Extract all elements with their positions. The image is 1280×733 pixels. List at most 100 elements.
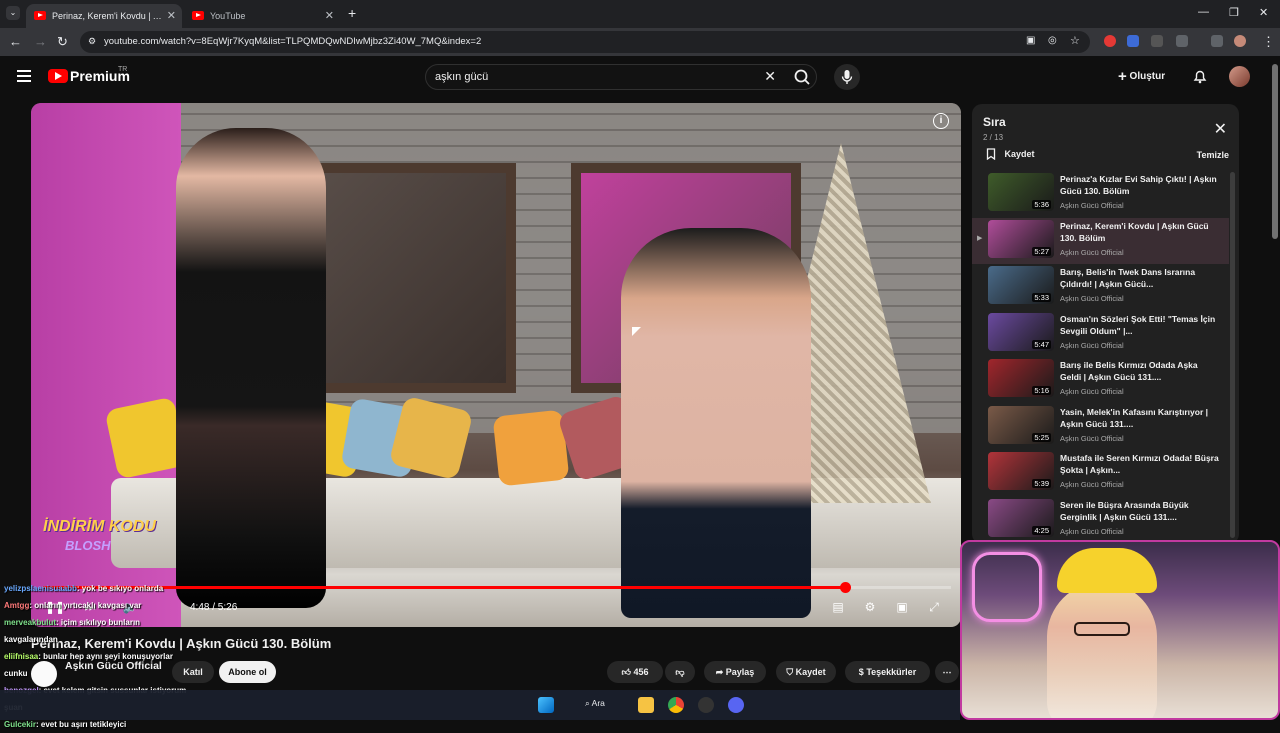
close-tab-icon[interactable]: ✕ <box>167 4 176 28</box>
chat-username: Amtgg <box>4 601 30 610</box>
bookmark-star-icon[interactable]: ☆ <box>1070 34 1080 47</box>
obs-icon[interactable] <box>698 697 714 713</box>
extension-sound-icon[interactable] <box>1127 35 1139 47</box>
queue-item-thumbnail[interactable]: 5:39 <box>988 452 1054 490</box>
queue-item-thumbnail[interactable]: 5:47 <box>988 312 1054 351</box>
tab-title: YouTube <box>210 11 246 21</box>
queue-item-title[interactable]: Mustafa ile Seren Kırmızı Odada! Büşra Ş… <box>1060 452 1220 476</box>
create-label: Oluştur <box>1129 71 1166 83</box>
promo-overlay-text: İNDİRİM KODU <box>43 518 156 535</box>
thanks-button[interactable]: $ Teşekkürler <box>845 661 930 683</box>
eye-off-icon[interactable]: ◎ <box>1048 35 1057 46</box>
subtitles-icon[interactable]: ▤ <box>829 600 847 614</box>
queue-item-thumbnail[interactable]: 5:25 <box>988 405 1054 444</box>
new-tab-button[interactable]: + <box>348 5 356 21</box>
queue-item[interactable]: ▶ 5:27 Perinaz, Kerem'i Kovdu | Aşkın Gücü… <box>972 217 1229 264</box>
queue-item-title[interactable]: Barış ile Belis Kırmızı Odada Aşka Geldi… <box>1060 359 1220 383</box>
search-button[interactable] <box>788 64 816 90</box>
chrome-icon[interactable] <box>668 697 684 713</box>
minimize-button[interactable]: — <box>1198 6 1209 18</box>
chat-text: : bunlar hep aynı şeyi konuşuyorlar <box>38 652 173 661</box>
video-player[interactable]: İNDİRİM KODU BLOSH i ❚❚ ⏭ 🔈 4:48 / 5:26 … <box>31 103 961 627</box>
queue-item[interactable]: 5:25 Yasin, Melek'in Kafasını Karıştırıyo… <box>972 404 1229 450</box>
queue-item[interactable]: 5:36 Perinaz'a Kızlar Evi Sahip Çıktı! | … <box>972 171 1229 217</box>
queue-item-channel: Aşkın Gücü Official <box>1060 526 1124 536</box>
queue-item-title[interactable]: Perinaz, Kerem'i Kovdu | Aşkın Gücü 130.… <box>1060 220 1220 244</box>
queue-item[interactable]: 5:16 Barış ile Belis Kırmızı Odada Aşka G… <box>972 357 1229 403</box>
file-explorer-icon[interactable] <box>638 697 654 713</box>
address-bar[interactable]: ⚙ youtube.com/watch?v=8EqWjr7KyqM&list=T… <box>80 31 1090 53</box>
back-icon[interactable]: ← <box>9 34 22 49</box>
bell-icon <box>1193 70 1207 84</box>
extension-red-icon[interactable] <box>1104 35 1116 47</box>
notifications-button[interactable] <box>1192 68 1208 89</box>
queue-item[interactable]: 4:25 Seren ile Büşra Arasında Büyük Gergi… <box>972 497 1229 543</box>
taskbar-search[interactable]: ⌕ Ara <box>585 698 605 709</box>
queue-item-title[interactable]: Yasin, Melek'in Kafasını Karıştırıyor | … <box>1060 406 1220 430</box>
page-scrollbar[interactable] <box>1272 64 1278 239</box>
queue-item[interactable]: 5:47 Osman'ın Sözleri Şok Etti! "Temas İç… <box>972 311 1229 357</box>
tab-search-button[interactable]: ⌄ <box>6 6 20 20</box>
queue-item-thumbnail[interactable]: 5:27 <box>988 219 1054 258</box>
info-icon[interactable]: i <box>933 113 949 129</box>
settings-gear-icon[interactable]: ⚙ <box>861 600 879 614</box>
chat-message: merveakbulut: içim sıkılıyo bunların <box>4 614 224 631</box>
scene-person-woman <box>176 128 326 608</box>
discord-icon[interactable] <box>728 697 744 713</box>
queue-item-channel: Aşkın Gücü Official <box>1060 433 1124 443</box>
account-avatar[interactable] <box>1229 66 1250 87</box>
like-button[interactable]: 👍︎ 456 <box>607 661 663 683</box>
reading-list-icon[interactable] <box>1211 35 1223 47</box>
extension-dark-icon[interactable] <box>1151 35 1163 47</box>
clear-queue-button[interactable]: Temizle <box>1197 150 1229 160</box>
tab-youtube[interactable]: YouTube ✕ <box>184 4 340 28</box>
search-box[interactable]: aşkın gücü ✕ <box>425 64 817 90</box>
windows-start-icon[interactable] <box>538 697 554 713</box>
queue-item-thumbnail[interactable]: 5:33 <box>988 266 1054 304</box>
dislike-button[interactable]: 👎︎ <box>665 661 695 683</box>
install-app-icon[interactable]: ▣ <box>1026 35 1035 46</box>
search-input[interactable]: aşkın gücü <box>435 71 488 83</box>
queue-item-duration: 4:25 <box>1032 525 1051 535</box>
extensions-puzzle-icon[interactable] <box>1176 35 1188 47</box>
reload-icon[interactable]: ↻ <box>57 34 68 50</box>
save-button[interactable]: ⛉ Kaydet <box>776 661 836 683</box>
queue-item-title[interactable]: Barış, Belis'in Twek Dans Israrına Çıldı… <box>1060 266 1220 290</box>
youtube-logo-icon[interactable] <box>48 69 68 83</box>
queue-scrollbar[interactable] <box>1230 172 1235 538</box>
queue-item-duration: 5:25 <box>1032 432 1051 442</box>
fullscreen-icon[interactable]: ⤢ <box>925 600 943 614</box>
clear-search-icon[interactable]: ✕ <box>764 68 776 85</box>
create-button[interactable]: + Oluştur <box>1118 68 1165 85</box>
forward-icon[interactable]: → <box>34 34 47 49</box>
progress-scrubber[interactable] <box>839 582 851 593</box>
queue-item-duration: 5:47 <box>1032 339 1051 349</box>
plus-icon: + <box>1118 68 1127 85</box>
site-info-icon[interactable]: ⚙ <box>88 36 96 47</box>
close-window-button[interactable]: ✕ <box>1259 6 1268 19</box>
browser-menu-icon[interactable]: ⋮ <box>1262 34 1275 50</box>
miniplayer-icon[interactable]: ▣ <box>893 600 911 614</box>
subscribe-button[interactable]: Abone ol <box>219 661 276 683</box>
queue-item-title[interactable]: Osman'ın Sözleri Şok Etti! "Temas İçin S… <box>1060 313 1220 337</box>
queue-item[interactable]: 5:33 Barış, Belis'in Twek Dans Israrına Ç… <box>972 264 1229 310</box>
queue-item-thumbnail[interactable]: 5:16 <box>988 359 1054 397</box>
save-queue-button[interactable]: Kaydet <box>985 148 1035 161</box>
queue-item-thumbnail[interactable]: 5:36 <box>988 173 1054 211</box>
profile-avatar[interactable] <box>1234 35 1246 47</box>
more-actions-button[interactable]: ⋯ <box>935 661 959 683</box>
maximize-button[interactable]: ❐ <box>1229 6 1239 19</box>
tab-current-video[interactable]: Perinaz, Kerem'i Kovdu | Aşkın Gücü 130.… <box>26 4 182 28</box>
queue-item[interactable]: 5:39 Mustafa ile Seren Kırmızı Odada! Büş… <box>972 450 1229 496</box>
queue-item-thumbnail[interactable]: 4:25 <box>988 498 1054 537</box>
queue-item-title[interactable]: Seren ile Büşra Arasında Büyük Gerginlik… <box>1060 499 1220 523</box>
close-tab-icon[interactable]: ✕ <box>325 4 334 28</box>
thumb-up-icon: 👍︎ <box>621 667 631 677</box>
menu-icon[interactable] <box>17 70 31 82</box>
voice-search-button[interactable] <box>834 64 860 90</box>
share-button[interactable]: ➦ Paylaş <box>704 661 766 683</box>
queue-item-title[interactable]: Perinaz'a Kızlar Evi Sahip Çıktı! | Aşkı… <box>1060 173 1220 197</box>
queue-item-duration: 5:27 <box>1032 246 1051 256</box>
chat-message: yelizpslaenisuaabb: yok be sıkıyo onlard… <box>4 580 224 597</box>
close-queue-icon[interactable]: ✕ <box>1214 119 1227 139</box>
